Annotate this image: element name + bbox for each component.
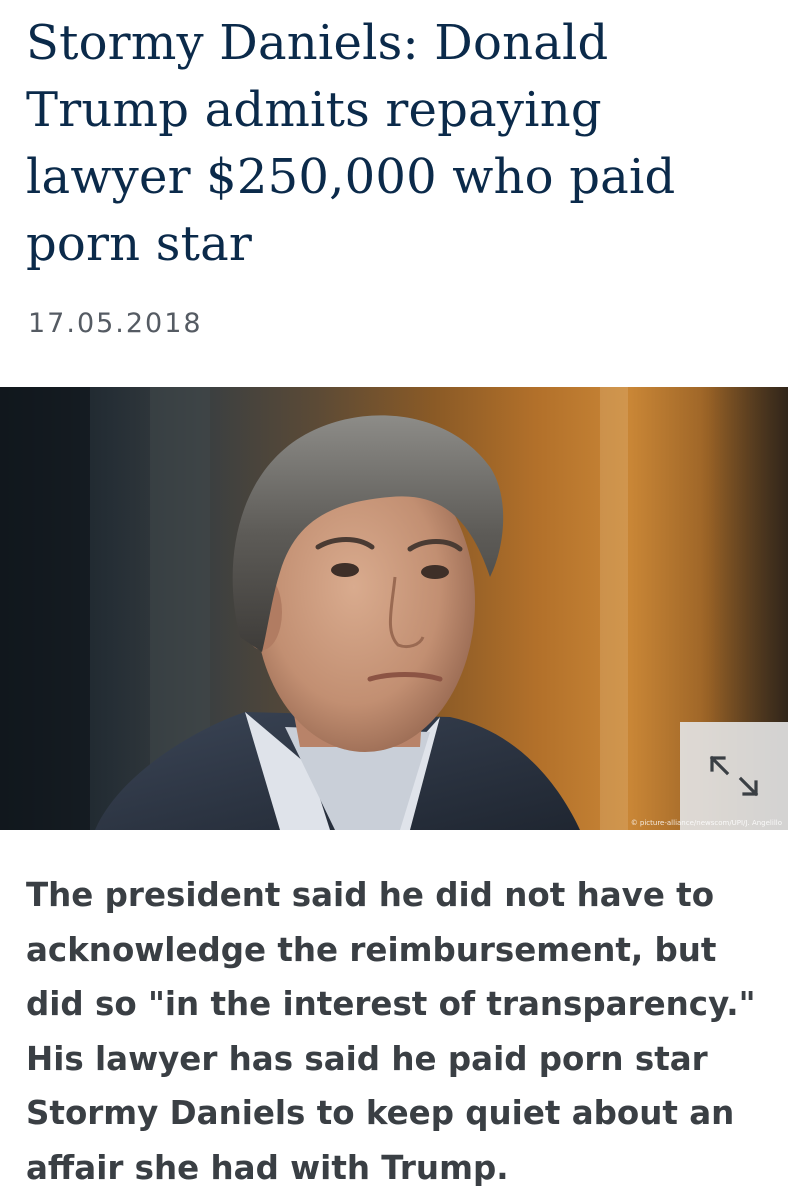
expand-image-button[interactable] xyxy=(680,722,788,830)
article-hero-image[interactable]: © picture-alliance/newscom/UPI/J. Angeli… xyxy=(0,387,788,830)
article-headline: Stormy Daniels: Donald Trump admits repa… xyxy=(26,15,676,272)
expand-arrows-icon xyxy=(709,755,759,797)
article-lead: The president said he did not have to ac… xyxy=(26,876,756,1187)
article-date: 17.05.2018 xyxy=(28,308,203,339)
portrait-photo xyxy=(0,387,788,830)
photo-credit: © picture-alliance/newscom/UPI/J. Angeli… xyxy=(630,819,782,827)
